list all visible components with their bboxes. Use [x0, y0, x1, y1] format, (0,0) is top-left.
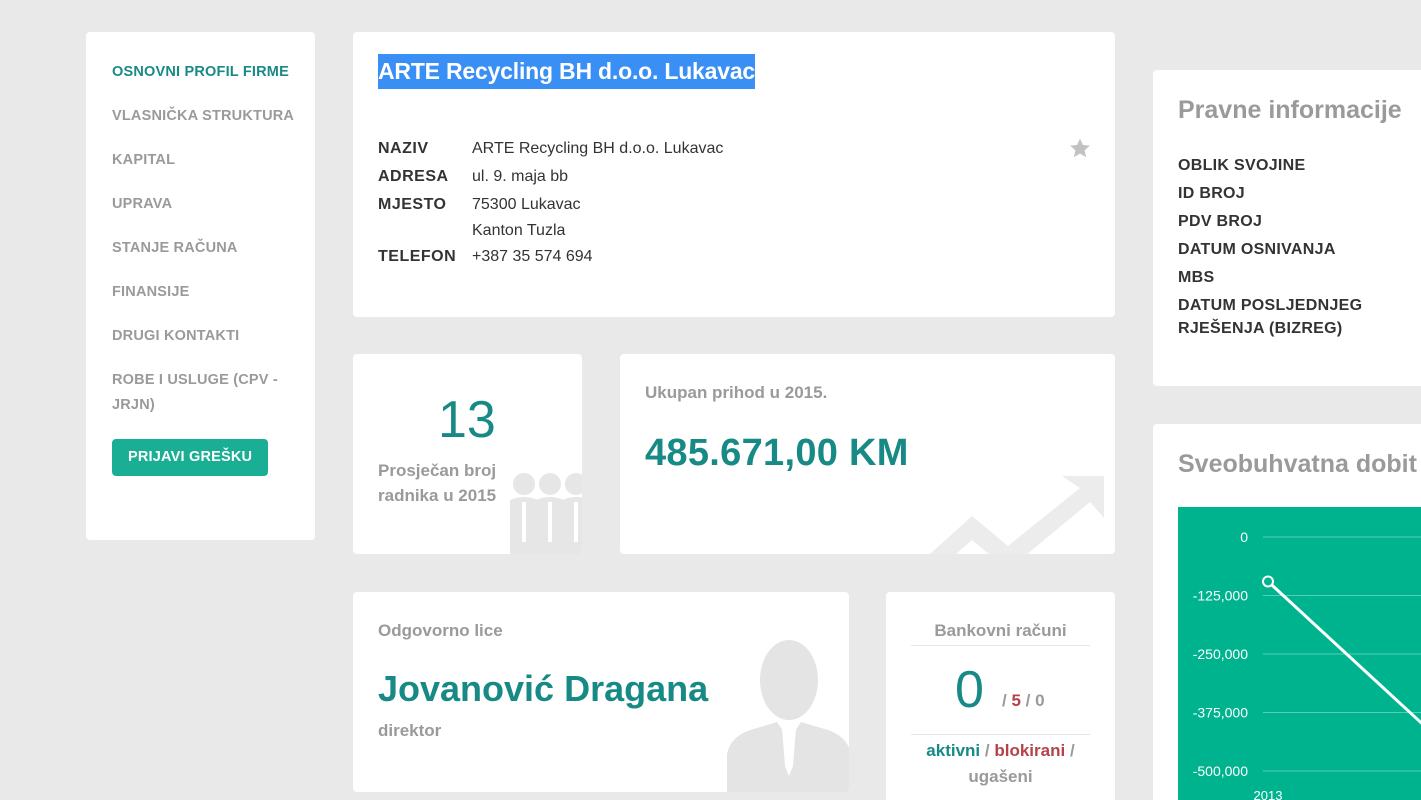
blocked-accounts-count: 5	[1011, 691, 1021, 710]
sidebar-item-ownership[interactable]: VLASNIČKA STRUKTURA	[112, 104, 297, 129]
info-value: 75300 Lukavac	[472, 196, 581, 213]
closed-accounts-count: 0	[1035, 691, 1045, 710]
bank-accounts-title: Bankovni računi	[934, 621, 1067, 640]
company-info-table: NAZIV ARTE Recycling BH d.o.o. Lukavac A…	[378, 136, 723, 272]
sidebar-item-basic-profile[interactable]: OSNOVNI PROFIL FIRME	[112, 60, 297, 85]
employees-card: 13 Prosječan broj radnika u 2015	[353, 354, 582, 554]
comprehensive-income-card: Sveobuhvatna dobit 0 -125,000 -250,000 -375…	[1153, 424, 1421, 800]
company-card: ARTE Recycling BH d.o.o. Lukavac NAZIV A…	[353, 32, 1115, 317]
data-point[interactable]	[1262, 575, 1274, 588]
legal-info-list: OBLIK SVOJINE ID BROJ PDV BROJ DATUM OSN…	[1178, 154, 1421, 345]
sidebar-item-goods-services[interactable]: ROBE I USLUGE (CPV - JRJN)	[112, 368, 297, 418]
info-value: ul. 9. maja bb	[472, 168, 569, 185]
company-title: ARTE Recycling BH d.o.o. Lukavac	[378, 54, 755, 89]
info-label: MJESTO	[378, 196, 447, 213]
divider	[911, 645, 1090, 646]
legal-item-ownership-form: OBLIK SVOJINE	[1178, 157, 1306, 174]
sidebar-item-capital[interactable]: KAPITAL	[112, 148, 297, 173]
info-value: ARTE Recycling BH d.o.o. Lukavac	[472, 140, 724, 157]
revenue-value: 485.671,00 KM	[645, 432, 909, 474]
account-status-legend: aktivni / blokirani / ugašeni	[911, 738, 1090, 790]
separator: /	[1002, 691, 1007, 710]
info-label: NAZIV	[378, 140, 429, 157]
info-label: ADRESA	[378, 168, 449, 185]
report-error-button[interactable]: PRIJAVI GREŠKU	[112, 439, 269, 476]
info-row-name: NAZIV ARTE Recycling BH d.o.o. Lukavac	[378, 136, 723, 162]
info-value[interactable]: +387 35 574 694	[472, 244, 593, 270]
info-row-phone: TELEFON +387 35 574 694	[378, 244, 723, 270]
revenue-card: Ukupan prihod u 2015. 485.671,00 KM	[620, 354, 1115, 554]
separator: /	[1069, 741, 1075, 760]
people-group-icon	[510, 473, 582, 554]
trend-up-arrow-icon	[930, 476, 1104, 554]
legal-item-founding-date: DATUM OSNIVANJA	[1178, 241, 1336, 258]
sidebar-item-account-status[interactable]: STANJE RAČUNA	[112, 236, 297, 261]
y-tick-label: -500,000	[1193, 763, 1248, 779]
employee-count-label: Prosječan broj radnika u 2015	[378, 461, 497, 505]
legal-info-title: Pravne informacije	[1178, 96, 1402, 124]
account-counts-secondary: / 5 / 0	[1002, 691, 1045, 711]
responsible-person-card: Odgovorno lice Jovanović Dragana direkto…	[353, 592, 849, 792]
y-tick-label: -250,000	[1193, 646, 1248, 662]
responsible-role: direktor	[378, 721, 442, 740]
sidebar-item-finances[interactable]: FINANSIJE	[112, 280, 297, 305]
y-tick-label: -375,000	[1193, 705, 1248, 721]
separator: /	[984, 741, 990, 760]
info-row-address: ADRESA ul. 9. maja bb	[378, 164, 723, 190]
responsible-name: Jovanović Dragana	[378, 668, 709, 709]
employee-count: 13	[438, 391, 496, 449]
comprehensive-income-chart: 0-125,000-250,000-375,000-500,000 201320…	[1178, 507, 1421, 800]
responsible-label: Odgovorno lice	[378, 621, 503, 640]
info-row-place: MJESTO 75300 Lukavac	[378, 192, 723, 218]
active-label: aktivni	[926, 741, 981, 760]
blocked-label: blokirani	[994, 741, 1066, 760]
sidebar-item-management[interactable]: UPRAVA	[112, 192, 297, 217]
chart-title: Sveobuhvatna dobit	[1178, 450, 1417, 478]
divider	[911, 734, 1090, 735]
y-tick-label: -125,000	[1193, 588, 1248, 604]
legal-item-last-decision-date: DATUM POSLJEDNJEG RJEŠENJA (BIZREG)	[1178, 297, 1363, 337]
legal-item-vat-number: PDV BROJ	[1178, 213, 1263, 230]
bank-accounts-card: Bankovni računi 0 / 5 / 0 aktivni / blok…	[886, 592, 1115, 800]
info-canton: Kanton Tuzla	[472, 222, 566, 239]
y-tick-label: 0	[1240, 529, 1248, 545]
sidebar-item-other-contacts[interactable]: DRUGI KONTAKTI	[112, 324, 297, 349]
separator: /	[1025, 691, 1031, 710]
legal-info-card: Pravne informacije OBLIK SVOJINE ID BROJ…	[1153, 70, 1421, 386]
closed-label: ugašeni	[968, 767, 1033, 786]
legal-item-id-number: ID BROJ	[1178, 185, 1245, 202]
legal-item-mbs: MBS	[1178, 269, 1215, 286]
x-tick-label: 2013	[1254, 788, 1283, 800]
info-label: TELEFON	[378, 248, 457, 265]
active-accounts-count: 0	[955, 661, 984, 719]
revenue-label: Ukupan prihod u 2015.	[645, 383, 828, 402]
star-icon[interactable]	[1068, 136, 1092, 160]
person-silhouette-icon	[727, 640, 849, 792]
sidebar-nav: OSNOVNI PROFIL FIRME VLASNIČKA STRUKTURA…	[86, 32, 315, 540]
